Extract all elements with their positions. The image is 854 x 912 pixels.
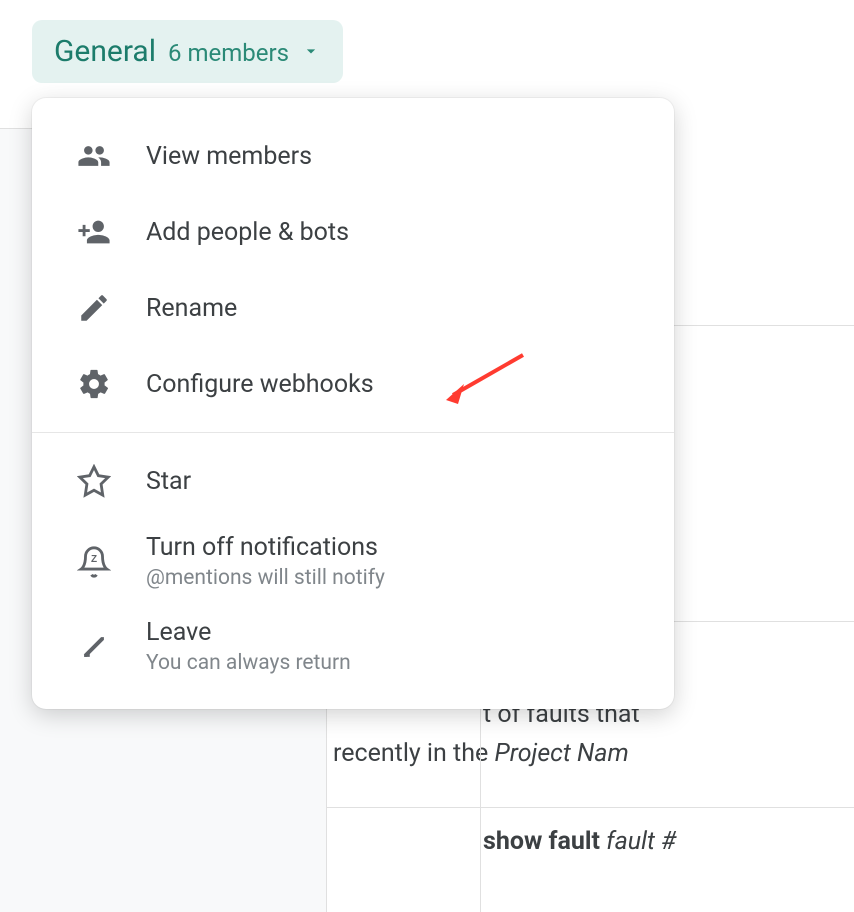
message-divider bbox=[326, 807, 854, 808]
menu-rename[interactable]: Rename bbox=[32, 270, 674, 346]
notifications-paused-icon: Z bbox=[76, 544, 112, 580]
menu-configure-webhooks[interactable]: Configure webhooks bbox=[32, 346, 674, 422]
menu-add-people[interactable]: Add people & bots bbox=[32, 194, 674, 270]
text-fragment-bold: show fault bbox=[483, 827, 600, 856]
menu-item-label: Leave bbox=[146, 618, 351, 647]
menu-leave[interactable]: Leave You can always return bbox=[32, 604, 674, 689]
menu-item-label: Add people & bots bbox=[146, 218, 349, 247]
menu-item-label: Star bbox=[146, 467, 191, 496]
menu-divider bbox=[32, 432, 674, 433]
channel-selector[interactable]: General 6 members bbox=[32, 20, 343, 83]
text-fragment-italic: fault # bbox=[606, 827, 676, 856]
channel-menu-dropdown: View members Add people & bots Rename Co… bbox=[32, 98, 674, 709]
pencil-icon bbox=[76, 290, 112, 326]
gear-icon bbox=[76, 366, 112, 402]
text-fragment-italic: Project Nam bbox=[494, 739, 628, 768]
channel-name: General bbox=[54, 34, 156, 69]
menu-item-label: Turn off notifications bbox=[146, 533, 385, 562]
menu-item-sublabel: You can always return bbox=[146, 651, 351, 675]
people-icon bbox=[76, 138, 112, 174]
annotation-arrow bbox=[438, 350, 528, 410]
menu-view-members[interactable]: View members bbox=[32, 118, 674, 194]
chat-text-fragment: show fault fault # bbox=[483, 822, 854, 861]
menu-item-label: Rename bbox=[146, 294, 237, 323]
text-fragment: recently in the bbox=[333, 739, 488, 768]
chat-text-fragment: recently in the Project Nam bbox=[333, 734, 854, 773]
star-icon bbox=[76, 463, 112, 499]
menu-item-label: View members bbox=[146, 142, 312, 171]
menu-item-label: Configure webhooks bbox=[146, 370, 374, 399]
channel-members-count: 6 members bbox=[168, 39, 289, 67]
leave-icon bbox=[76, 629, 112, 665]
menu-turn-off-notifications[interactable]: Z Turn off notifications @mentions will … bbox=[32, 519, 674, 604]
menu-star[interactable]: Star bbox=[32, 443, 674, 519]
person-add-icon bbox=[76, 214, 112, 250]
menu-item-sublabel: @mentions will still notify bbox=[146, 566, 385, 590]
caret-down-icon bbox=[301, 41, 321, 65]
svg-text:Z: Z bbox=[91, 554, 97, 565]
